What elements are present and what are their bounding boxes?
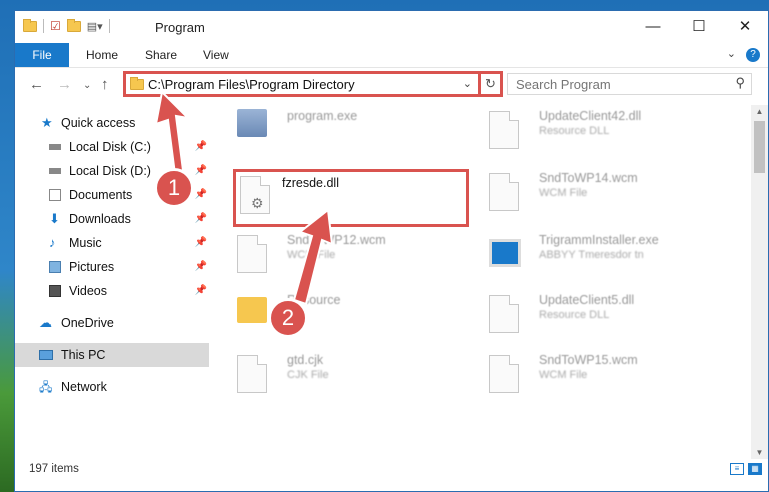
annotation-arrows — [154, 89, 334, 306]
annotation-badge-1: 1 — [154, 168, 194, 208]
annotation-badge-2: 2 — [268, 298, 308, 338]
arrow-2 — [292, 208, 334, 306]
